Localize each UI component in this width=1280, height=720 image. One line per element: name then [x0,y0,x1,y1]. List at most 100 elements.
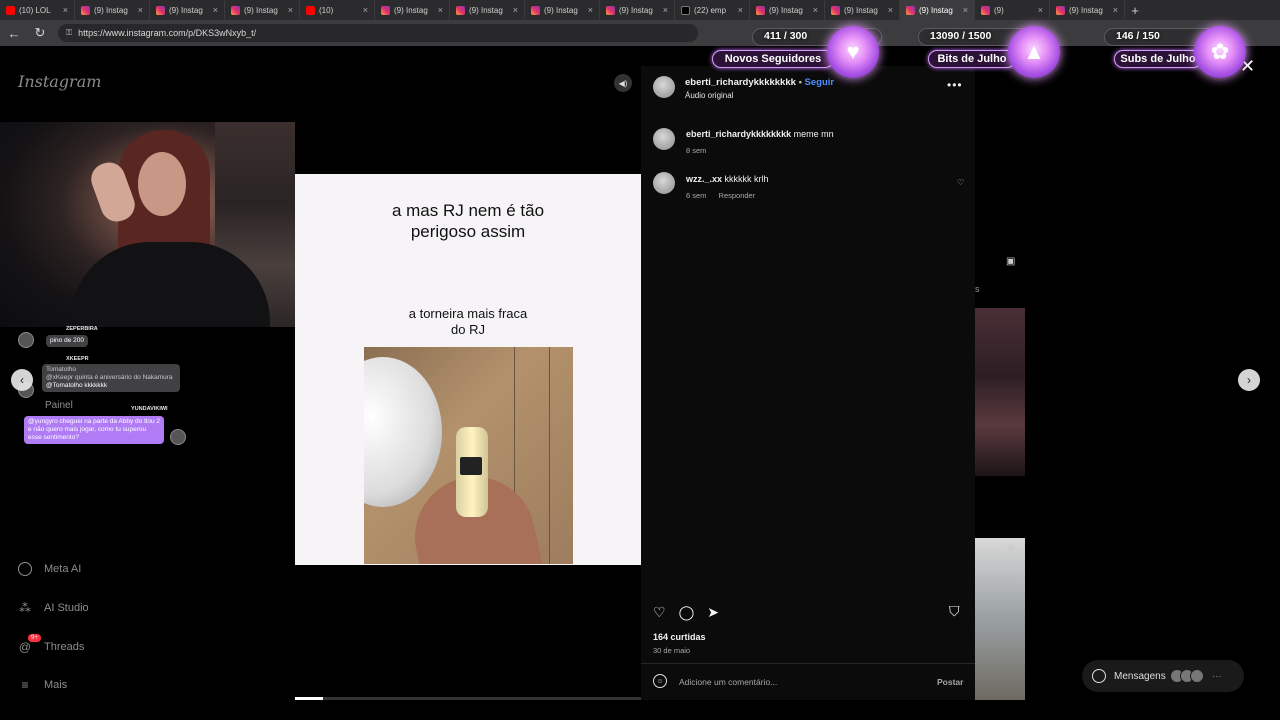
sidebar-item-painel[interactable]: Painel [45,401,73,411]
instagram-icon [606,5,615,15]
sidebar-item-threads[interactable]: @9+ Threads [18,634,84,654]
goal-label: Novos Seguidores [712,50,834,68]
close-tab-icon[interactable]: × [963,5,968,15]
more-dots-icon: ··· [1211,670,1222,682]
author-username[interactable]: eberti_richardykkkkkkkk [685,77,796,88]
share-send-icon[interactable]: ➤ [707,604,719,621]
close-tab-icon[interactable]: × [288,5,293,15]
comment-avatar[interactable] [653,128,675,150]
browser-tab[interactable]: (9) Instag × [75,0,150,20]
sidebar-item-mais[interactable]: ≡ Mais [18,678,67,692]
browser-tab[interactable]: (9) Instag × [525,0,600,20]
comment-avatar[interactable] [653,172,675,194]
menu-icon: ≡ [21,678,29,692]
close-tab-icon[interactable]: × [1113,5,1118,15]
sidebar-item-meta-ai[interactable]: Meta AI [18,562,81,576]
instagram-icon [906,5,915,15]
browser-tab[interactable]: (9) × [975,0,1050,20]
audio-mute-icon[interactable]: ◀) [614,74,632,92]
more-options-icon[interactable]: ••• [947,78,963,92]
previous-post-button[interactable]: ‹ [11,369,33,391]
browser-tab-label: (9) Instag [244,5,278,15]
back-arrow-icon[interactable]: ← [6,26,22,41]
sidebar-item-label: AI Studio [44,602,89,614]
stream-goal-widget: 13090 / 1500 Bits de Julho ▲ [912,26,1094,78]
author-avatar[interactable] [653,76,675,98]
close-tab-icon[interactable]: × [513,5,518,15]
close-tab-icon[interactable]: × [588,5,593,15]
goal-label: Bits de Julho [928,50,1016,68]
browser-tab-label: (9) Instag [919,5,953,15]
next-post-button[interactable]: › [1238,369,1260,391]
sidebar-item-label: Mais [44,679,68,691]
chat-message-text: pino de 200 [50,337,84,344]
chat-avatar [170,429,186,445]
chat-message-text: @Tomatolho kkkkkkk [46,382,108,389]
instagram-logo[interactable]: Instagram [18,72,101,91]
messages-label: Mensagens [1114,670,1166,682]
follow-button[interactable]: Seguir [805,77,835,88]
save-bookmark-icon[interactable]: ⛉ [949,603,960,620]
close-tab-icon[interactable]: × [813,5,818,15]
like-count[interactable]: 164 curtidas [653,632,706,642]
chat-username: ZEPERBIRA [66,326,98,332]
post-media[interactable]: a mas RJ nem é tão perigoso assim a torn… [295,174,641,565]
goal-count: 13090 / 1500 [930,30,992,42]
message-avatars [1169,669,1204,683]
browser-tab[interactable]: (9) Instag × [900,0,975,20]
url-field[interactable]: ⚿ https://www.instagram.com/p/DKS3wNxyb_… [58,24,698,42]
browser-tab[interactable]: (9) Instag × [750,0,825,20]
close-tab-icon[interactable]: × [213,5,218,15]
notification-badge: 9+ [28,634,41,642]
comment-username[interactable]: wzz._.xx [686,174,722,184]
browser-tab-label: (9) Instag [619,5,653,15]
close-tab-icon[interactable]: × [438,5,443,15]
browser-tab[interactable]: (9) Instag × [150,0,225,20]
comment-bubble-icon[interactable]: ◯ [679,604,695,621]
close-tab-icon[interactable]: × [138,5,143,15]
reload-icon[interactable]: ↻ [32,25,48,41]
reply-button[interactable]: Responder [719,191,756,200]
close-tab-icon[interactable]: × [888,5,893,15]
close-tab-icon[interactable]: × [363,5,368,15]
background-reel-thumbnail[interactable] [975,538,1025,700]
comment-time: 6 sem [686,191,707,200]
audio-label[interactable]: Áudio original [685,91,733,100]
close-tab-icon[interactable]: × [63,5,68,15]
browser-tab[interactable]: (9) Instag × [375,0,450,20]
like-heart-icon[interactable]: ♡ [653,604,666,621]
close-tab-icon[interactable]: × [738,5,743,15]
browser-tab[interactable]: (9) Instag × [225,0,300,20]
screen: (10) LOL × (9) Instag × (9) Instag × (9) Insta… [0,0,1280,720]
browser-tab[interactable]: (22) emp × [675,0,750,20]
meme-caption-bottom: a torneira mais fraca do RJ [408,306,528,337]
browser-tab[interactable]: (9) Instag × [600,0,675,20]
browser-tab[interactable]: (9) Instag × [1050,0,1125,20]
faucet-nozzle-image [460,457,482,475]
browser-tab[interactable]: (10) LOL × [0,0,75,20]
comment-text: kkkkkk krlh [724,174,769,184]
browser-tab[interactable]: (9) Instag × [825,0,900,20]
close-tab-icon[interactable]: × [1038,5,1043,15]
browser-tab-bar: (10) LOL × (9) Instag × (9) Instag × (9) Insta… [0,0,1280,20]
instagram-icon [531,5,540,15]
post-comment-button[interactable]: Postar [937,677,963,687]
browser-tab[interactable]: (10) × [300,0,375,20]
background-reel-thumbnail[interactable] [975,308,1025,476]
ai-studio-icon: ⁂ [19,601,31,615]
new-tab-plus-icon[interactable]: + [1125,3,1145,18]
goal-label: Subs de Julho [1114,50,1202,68]
messages-button[interactable]: Mensagens ··· [1082,660,1244,692]
like-comment-heart-icon[interactable]: ♡ [957,178,964,187]
browser-tab[interactable]: (9) Instag × [450,0,525,20]
comment-username[interactable]: eberti_richardykkkkkkkk [686,129,791,139]
video-progress-bar[interactable] [295,697,641,700]
emoji-smiley-icon[interactable]: ☺ [653,674,667,688]
instagram-icon [1056,5,1065,15]
sidebar-item-ai-studio[interactable]: ⁂ AI Studio [18,601,89,615]
close-tab-icon[interactable]: × [663,5,668,15]
add-comment-input[interactable]: Adicione um comentário... [679,677,777,687]
instagram-icon [756,5,765,15]
site-info-icon[interactable]: ⚿ [66,28,72,38]
chat-reply-user: Tomatolho [46,366,76,373]
